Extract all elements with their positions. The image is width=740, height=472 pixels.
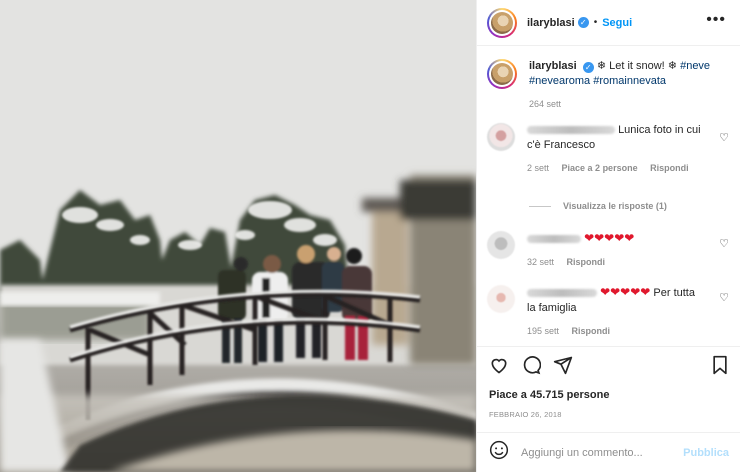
comment-item: ❤❤❤❤❤ 32 sett Rispondi ♡ (487, 231, 731, 270)
paper-plane-icon[interactable] (553, 355, 573, 375)
comments-list[interactable]: ilaryblasi ✓ ❄ Let it snow! ❄ #neve #nev… (477, 47, 740, 345)
commenter-username-blurred[interactable] (527, 235, 581, 244)
more-options-icon[interactable]: ••• (706, 12, 726, 28)
author-avatar[interactable] (487, 7, 517, 38)
post-date: FEBBRAIO 26, 2018 (489, 410, 562, 419)
commenter-avatar[interactable] (487, 285, 515, 313)
caption-time: 264 sett (529, 99, 562, 109)
comment-item: Lunica foto in cui c'è Francesco 2 sett … (487, 123, 731, 176)
bookmark-icon[interactable] (711, 355, 729, 375)
comment-time: 32 sett (527, 257, 555, 267)
post-caption: ilaryblasi ✓ ❄ Let it snow! ❄ #neve #nev… (477, 47, 740, 112)
replies-divider (529, 205, 551, 207)
commenter-avatar[interactable] (487, 123, 515, 151)
comment-hearts: ❤❤❤❤❤ (584, 231, 635, 245)
comment-time: 2 sett (527, 163, 550, 173)
hashtag-nevearoma[interactable]: #nevearoma (529, 75, 590, 87)
comment-likes[interactable]: Piace a 2 persone (562, 163, 638, 173)
comment-input[interactable]: Aggiungi un commento... (521, 447, 683, 459)
comment-reply-button[interactable]: Rispondi (572, 326, 611, 336)
caption-avatar[interactable] (487, 59, 517, 89)
comment-reply-button[interactable]: Rispondi (567, 257, 606, 267)
comment-item: ❤❤❤❤❤ Per tutta la famiglia 195 sett Ris… (487, 285, 731, 339)
view-replies-button[interactable]: Visualizza le risposte (1) (529, 201, 667, 211)
add-comment-bar: Aggiungi un commento... Pubblica (477, 432, 740, 472)
caption-username[interactable]: ilaryblasi (529, 60, 577, 72)
comment-like-icon[interactable]: ♡ (719, 291, 729, 304)
caption-text: ❄ Let it snow! ❄ (596, 60, 678, 72)
verified-badge-icon: ✓ (577, 17, 589, 28)
comment-like-icon[interactable]: ♡ (719, 131, 729, 144)
smiley-icon[interactable] (489, 440, 509, 465)
snow-bridge-photo (0, 0, 476, 472)
heart-outline-icon[interactable] (489, 355, 509, 375)
commenter-avatar[interactable] (487, 231, 515, 259)
publish-button[interactable]: Pubblica (683, 447, 729, 459)
post-header: ilaryblasi ✓ • Segui ••• (477, 0, 740, 46)
comment-icon[interactable] (521, 355, 541, 375)
author-username[interactable]: ilaryblasi (527, 17, 575, 29)
header-separator: • (593, 17, 598, 28)
follow-button[interactable]: Segui (602, 17, 632, 29)
commenter-username-blurred[interactable] (527, 289, 597, 298)
post-side-panel: ilaryblasi ✓ • Segui ••• ilaryblasi ✓ ❄ … (476, 0, 740, 472)
comment-hearts: ❤❤❤❤❤ (600, 285, 651, 299)
hashtag-romainnevata[interactable]: #romainnevata (593, 75, 666, 87)
hashtag-neve[interactable]: #neve (680, 60, 710, 72)
comment-like-icon[interactable]: ♡ (719, 237, 729, 250)
post-photo[interactable] (0, 0, 476, 472)
post-actions: Piace a 45.715 persone FEBBRAIO 26, 2018 (477, 346, 740, 432)
view-replies-label[interactable]: Visualizza le risposte (1) (563, 201, 667, 211)
comment-time: 195 sett (527, 326, 560, 336)
caption-verified-icon: ✓ (582, 62, 594, 73)
comment-reply-button[interactable]: Rispondi (650, 163, 689, 173)
instagram-post: ilaryblasi ✓ • Segui ••• ilaryblasi ✓ ❄ … (0, 0, 740, 472)
likes-count[interactable]: Piace a 45.715 persone (489, 389, 609, 401)
commenter-username-blurred[interactable] (527, 126, 615, 135)
